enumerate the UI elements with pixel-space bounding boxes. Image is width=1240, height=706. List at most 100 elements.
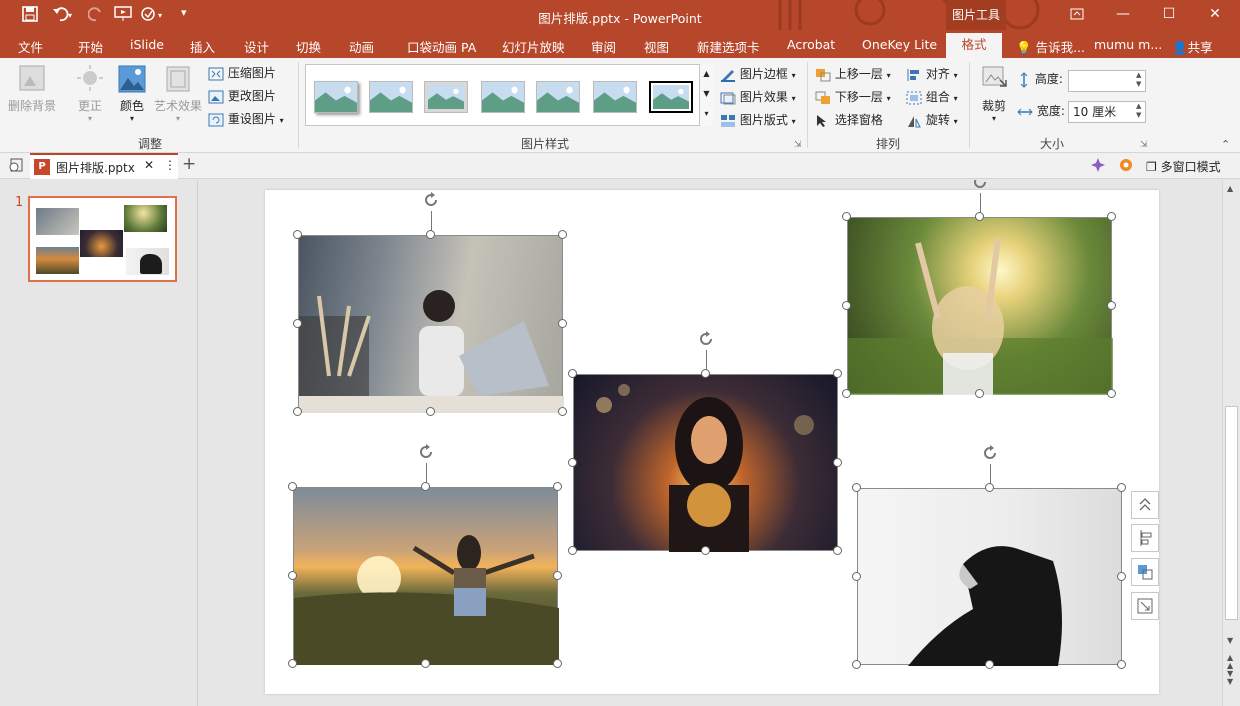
magic-wand-icon[interactable] (1090, 157, 1106, 176)
minimize-button[interactable]: — (1100, 0, 1146, 30)
tab-menu-icon[interactable]: ⋮ (164, 158, 176, 172)
picture-style-preset[interactable] (536, 81, 580, 113)
tab-animations[interactable]: 动画 (349, 37, 374, 56)
close-button[interactable]: ✕ (1192, 0, 1238, 30)
picture-effects-button[interactable]: 图片效果 ▾ (720, 88, 796, 105)
resize-handle[interactable] (420, 482, 430, 491)
resize-float-button[interactable] (1131, 592, 1159, 620)
tab-slideshow[interactable]: 幻灯片放映 (502, 37, 565, 56)
gallery-up-icon[interactable]: ▲ (700, 64, 713, 84)
tab-onekey-lite[interactable]: OneKey Lite (862, 37, 937, 52)
resize-handle[interactable] (1107, 389, 1116, 398)
picture-border-button[interactable]: 图片边框 ▾ (720, 65, 796, 82)
resize-handle[interactable] (553, 659, 562, 668)
next-slide-icon[interactable]: ▼ ▼ (1227, 670, 1233, 686)
resize-handle[interactable] (974, 212, 984, 221)
resize-handle[interactable] (700, 369, 710, 378)
color-button[interactable]: 颜色 ▾ (112, 64, 152, 123)
change-picture-button[interactable]: 更改图片 (208, 87, 276, 104)
tab-new-tab[interactable]: 新建选项卡 (697, 37, 760, 56)
arrange-float-button[interactable] (1131, 558, 1159, 586)
align-button[interactable]: 对齐 ▾ (906, 65, 958, 82)
picture-styles-launcher-icon[interactable]: ⇲ (794, 140, 802, 150)
gallery-more-icon[interactable]: ▾ (700, 104, 713, 124)
resize-handle[interactable] (984, 660, 994, 669)
rotate-button[interactable]: 旋转 ▾ (906, 111, 958, 128)
picture-style-preset[interactable] (314, 81, 358, 113)
resize-handle[interactable] (1107, 212, 1116, 221)
resize-handle[interactable] (1117, 660, 1126, 669)
rotation-handle-icon[interactable] (422, 191, 440, 209)
tab-transitions[interactable]: 切换 (296, 37, 321, 56)
resize-handle[interactable] (852, 660, 861, 669)
tab-view[interactable]: 视图 (644, 37, 669, 56)
tell-me-box[interactable]: 💡 告诉我... (1016, 37, 1085, 56)
rotation-handle-icon[interactable] (417, 443, 435, 461)
tab-pocket-animation[interactable]: 口袋动画 PA (407, 37, 476, 56)
picture-style-preset[interactable] (424, 81, 468, 113)
scroll-thumb[interactable] (1225, 406, 1238, 620)
tab-format[interactable]: 格式 (946, 33, 1002, 59)
rotation-handle-icon[interactable] (981, 444, 999, 462)
selected-picture[interactable] (857, 488, 1122, 666)
selected-picture[interactable] (573, 374, 838, 552)
resize-handle[interactable] (558, 318, 567, 328)
tab-design[interactable]: 设计 (244, 37, 269, 56)
resize-handle[interactable] (842, 212, 851, 221)
picture-style-preset[interactable] (369, 81, 413, 113)
resize-handle[interactable] (700, 546, 710, 555)
resize-handle[interactable] (568, 457, 577, 467)
rotation-handle-icon[interactable] (971, 180, 989, 191)
resize-handle[interactable] (1107, 300, 1116, 310)
group-button[interactable]: 组合 ▾ (906, 88, 958, 105)
resize-handle[interactable] (553, 570, 562, 580)
vertical-scrollbar[interactable]: ▲ ▼ ▲ ▲ ▼ ▼ (1222, 180, 1240, 706)
maximize-button[interactable]: ☐ (1146, 0, 1192, 30)
tab-review[interactable]: 审阅 (591, 37, 616, 56)
resize-handle[interactable] (425, 230, 435, 239)
document-tab[interactable]: P 图片排版.pptx ✕ ⋮ (30, 153, 178, 179)
width-input[interactable]: 10 厘米 (1068, 101, 1146, 123)
resize-handle[interactable] (842, 300, 851, 310)
resize-handle[interactable] (568, 546, 577, 555)
rotation-handle-icon[interactable] (697, 330, 715, 348)
close-tab-icon[interactable]: ✕ (144, 158, 154, 172)
resize-handle[interactable] (568, 369, 577, 378)
tab-islide[interactable]: iSlide (130, 37, 164, 52)
gallery-down-icon[interactable]: ▼ (700, 84, 713, 104)
resize-handle[interactable] (293, 230, 302, 239)
picture-style-preset[interactable] (593, 81, 637, 113)
share-button[interactable]: 👤共享 (1172, 37, 1213, 56)
resize-handle[interactable] (420, 659, 430, 668)
resize-handle[interactable] (293, 318, 302, 328)
resize-handle[interactable] (288, 482, 297, 491)
scroll-down-icon[interactable]: ▼ (1227, 636, 1233, 645)
selection-pane-button[interactable]: 选择窗格 (815, 111, 883, 128)
user-account[interactable]: mumu m... (1094, 37, 1162, 52)
resize-handle[interactable] (1117, 571, 1126, 581)
new-tab-icon[interactable]: + (182, 154, 196, 174)
bring-forward-button[interactable]: 上移一层 ▾ (815, 65, 891, 82)
send-backward-button[interactable]: 下移一层 ▾ (815, 88, 891, 105)
compress-pictures-button[interactable]: 压缩图片 (208, 64, 276, 81)
collapse-ribbon-icon[interactable]: ⌃ (1221, 138, 1230, 151)
selected-picture[interactable] (847, 217, 1113, 395)
resize-handle[interactable] (425, 407, 435, 416)
resize-handle[interactable] (833, 457, 842, 467)
slide[interactable] (265, 180, 1159, 694)
resize-handle[interactable] (852, 571, 861, 581)
selected-picture[interactable] (298, 235, 564, 413)
resize-handle[interactable] (974, 389, 984, 398)
resize-handle[interactable] (288, 659, 297, 668)
settings-gear-icon[interactable] (1118, 157, 1134, 176)
picture-layout-button[interactable]: 图片版式 ▾ (720, 111, 796, 128)
tab-history-icon[interactable] (8, 158, 24, 175)
crop-button[interactable]: 裁剪 ▾ (976, 64, 1012, 123)
resize-handle[interactable] (558, 230, 567, 239)
slide-thumbnail[interactable] (28, 196, 177, 282)
tab-insert[interactable]: 插入 (190, 37, 215, 56)
resize-handle[interactable] (842, 389, 851, 398)
collapse-float-toolbar-button[interactable] (1131, 491, 1159, 519)
resize-handle[interactable] (553, 482, 562, 491)
resize-handle[interactable] (852, 483, 861, 492)
